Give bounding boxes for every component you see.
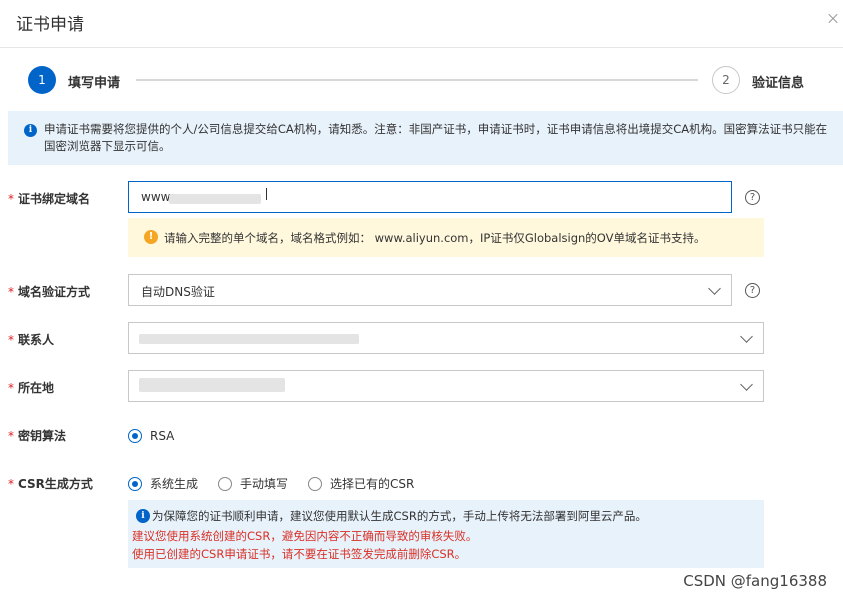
- radio-rsa[interactable]: RSA: [128, 428, 174, 444]
- verify-method-select[interactable]: 自动DNS验证: [128, 274, 732, 306]
- domain-hint-box: ! 请输入完整的单个域名，域名格式例如： www.aliyun.com，IP证书…: [128, 218, 764, 257]
- notice-text: 申请证书需要将您提供的个人/公司信息提交给CA机构，请知悉。注意：非国产证书，申…: [44, 122, 828, 153]
- watermark: CSDN @fang16388: [683, 572, 827, 590]
- info-icon: i: [136, 509, 150, 523]
- chevron-down-icon: [740, 378, 753, 391]
- notice-banner: i 申请证书需要将您提供的个人/公司信息提交给CA机构，请知悉。注意：非国产证书…: [8, 111, 843, 165]
- radio-circle: [308, 477, 322, 491]
- dialog-header: 证书申请: [0, 0, 843, 48]
- chevron-down-icon: [708, 282, 721, 295]
- chevron-down-icon: [740, 330, 753, 343]
- domain-hint-text: 请输入完整的单个域名，域名格式例如： www.aliyun.com，IP证书仅G…: [164, 231, 706, 245]
- radio-circle: [128, 429, 142, 443]
- step-2-label: 验证信息: [752, 76, 805, 91]
- dialog-title: 证书申请: [16, 15, 84, 35]
- redacted-value: [139, 378, 285, 392]
- verify-method-label: * 域名验证方式: [8, 285, 91, 299]
- redacted-value: [139, 334, 359, 344]
- radio-csr-system[interactable]: 系统生成: [128, 476, 198, 492]
- domain-input[interactable]: www: [128, 181, 732, 213]
- domain-input-value: www: [141, 190, 171, 204]
- csr-info-text: 为保障您的证书顺利申请，建议您使用默认生成CSR的方式，手动上传将无法部署到阿里…: [152, 509, 647, 523]
- text-cursor: [266, 188, 267, 200]
- radio-csr-existing[interactable]: 选择已有的CSR: [308, 476, 414, 492]
- step-2-indicator: 2: [712, 66, 740, 94]
- radio-circle: [128, 477, 142, 491]
- location-select[interactable]: [128, 370, 764, 402]
- csr-warning-text: 建议您使用系统创建的CSR，避免因内容不正确而导致的审核失败。: [132, 529, 478, 543]
- radio-csr-manual[interactable]: 手动填写: [218, 476, 288, 492]
- contact-select[interactable]: [128, 322, 764, 354]
- csr-warning-text: 使用已创建的CSR申请证书，请不要在证书签发完成前删除CSR。: [132, 547, 467, 561]
- step-1-label: 填写申请: [68, 76, 121, 91]
- help-icon[interactable]: ?: [745, 190, 760, 205]
- csr-info-box: i 为保障您的证书顺利申请，建议您使用默认生成CSR的方式，手动上传将无法部署到…: [128, 500, 764, 568]
- help-icon[interactable]: ?: [745, 283, 760, 298]
- close-icon[interactable]: [827, 12, 841, 26]
- domain-label: * 证书绑定域名: [8, 192, 91, 206]
- csr-method-label: * CSR生成方式: [8, 477, 93, 491]
- warning-icon: !: [144, 230, 158, 244]
- step-1-indicator: 1: [28, 66, 56, 94]
- contact-label: * 联系人: [8, 333, 55, 347]
- redacted-value: [169, 194, 261, 204]
- radio-circle: [218, 477, 232, 491]
- step-connector: [136, 79, 698, 81]
- location-label: * 所在地: [8, 381, 55, 395]
- key-algorithm-label: * 密钥算法: [8, 429, 67, 443]
- verify-method-value: 自动DNS验证: [141, 285, 215, 299]
- info-icon: i: [24, 124, 37, 137]
